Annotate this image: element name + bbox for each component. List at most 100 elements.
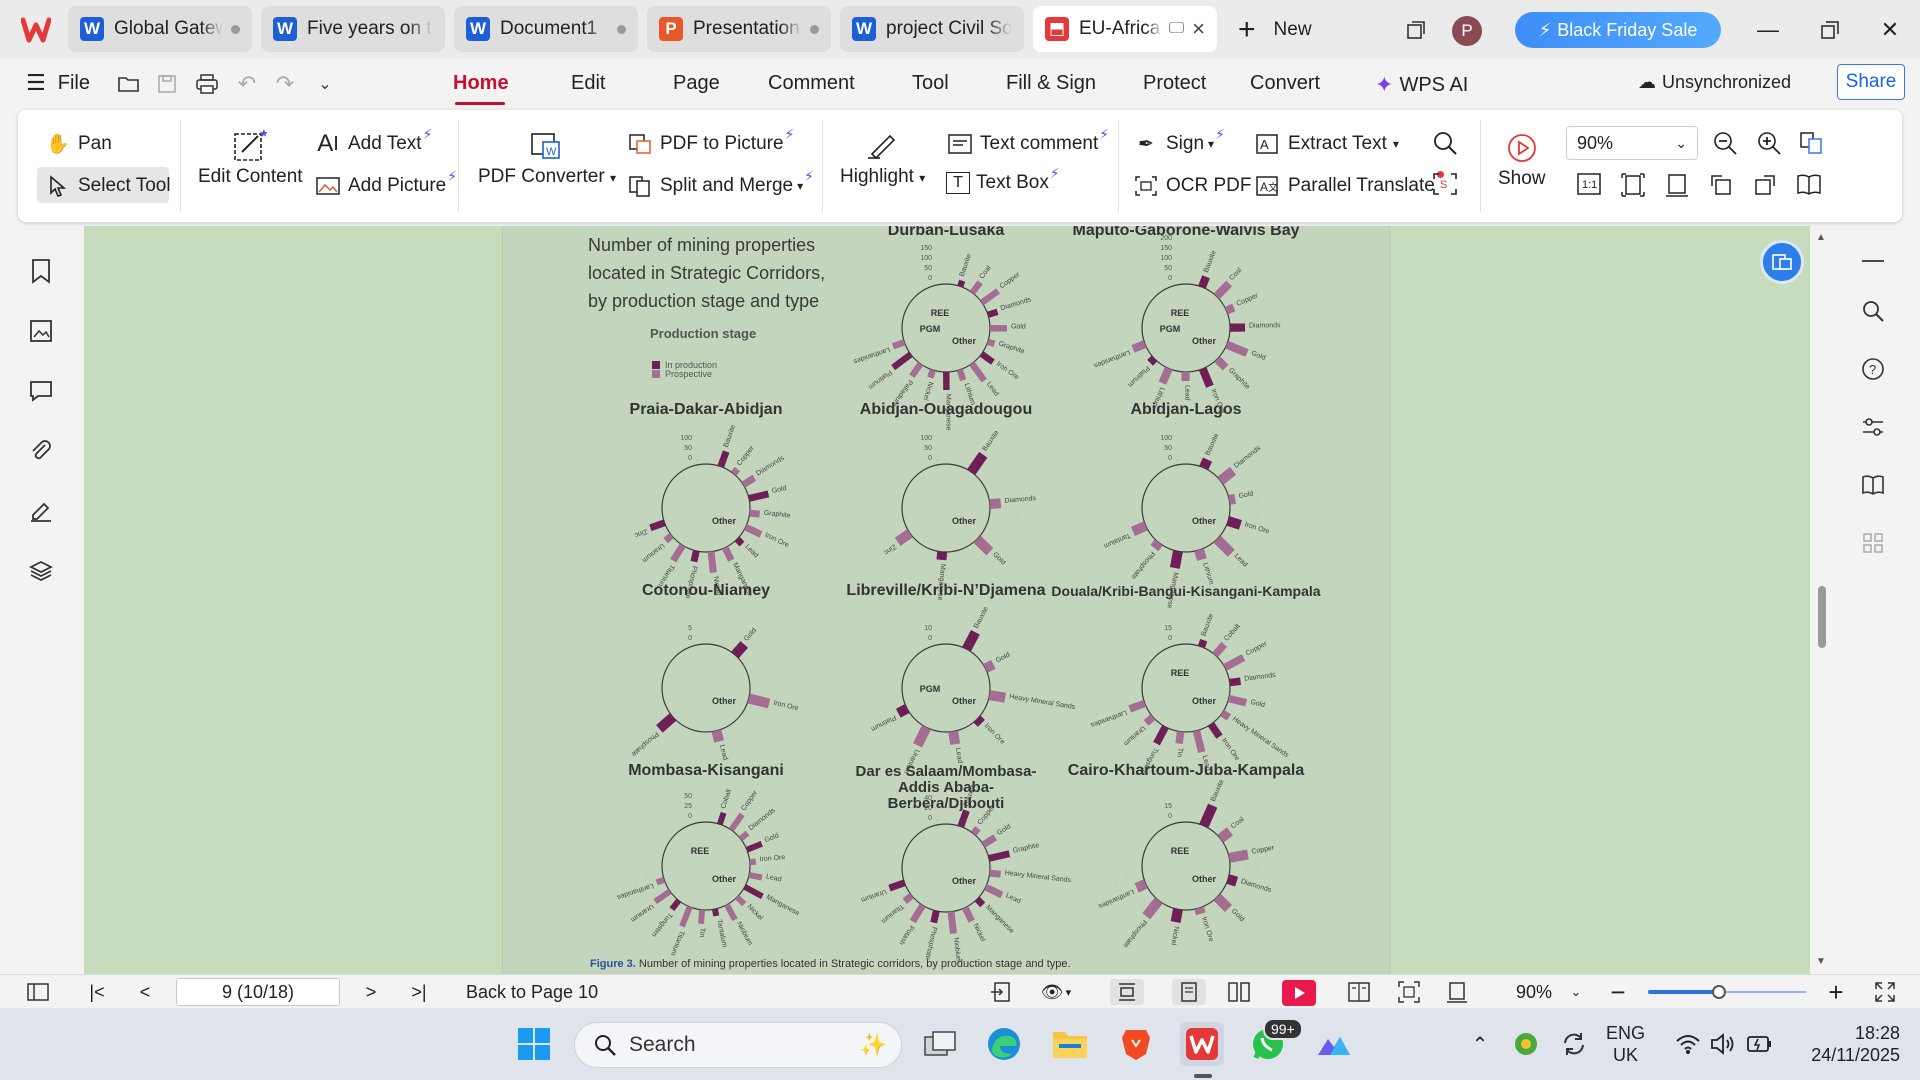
battery-icon[interactable] [1738, 1022, 1782, 1066]
search-icon[interactable] [1432, 130, 1458, 156]
split-merge-button[interactable]: Split and Merge ▾ ⚡ [626, 168, 814, 200]
zoom-out-icon[interactable] [1712, 130, 1738, 156]
rotate-right-icon[interactable] [1752, 172, 1778, 198]
sign-button[interactable]: ✒ Sign ▾ ⚡ [1132, 126, 1225, 158]
redo-icon[interactable]: ↷ [270, 70, 300, 98]
zoom-select[interactable]: 90% ⌄ [1566, 126, 1698, 160]
search-icon[interactable] [1856, 294, 1890, 328]
tab-home[interactable]: Home [453, 72, 509, 95]
zoom-in-button[interactable]: + [1822, 977, 1850, 1007]
windows-start-icon[interactable] [512, 1022, 556, 1066]
avatar[interactable]: P [1452, 16, 1482, 46]
tab-protect[interactable]: Protect [1143, 72, 1206, 95]
zoom-out-button[interactable]: − [1604, 977, 1632, 1007]
signature-icon[interactable] [24, 494, 58, 528]
system-tray-app-icon[interactable] [1504, 1022, 1548, 1066]
taskbar-search[interactable]: Search ✨ [574, 1022, 902, 1068]
fit-width-icon[interactable] [1664, 172, 1690, 198]
chevron-up-icon[interactable]: ⌃ [1458, 1022, 1502, 1066]
bookmark-icon[interactable] [24, 254, 58, 288]
help-icon[interactable]: ? [1856, 352, 1890, 386]
select-tool[interactable]: Select Tool [44, 172, 171, 200]
settings-sliders-icon[interactable] [1856, 410, 1890, 444]
scroll-up-icon[interactable]: ▲ [1816, 232, 1826, 243]
screenshot-translate-icon[interactable]: S [1432, 172, 1458, 196]
floating-ai-button[interactable] [1760, 240, 1804, 284]
text-box-button[interactable]: T Text Box ⚡ [946, 165, 1060, 194]
undo-icon[interactable]: ↶ [232, 70, 262, 98]
fullscreen-icon[interactable] [1870, 979, 1900, 1005]
actual-size-icon[interactable]: 1:1 [1576, 172, 1602, 196]
zoom-in-icon[interactable] [1756, 130, 1782, 156]
zoom-slider[interactable] [1648, 990, 1806, 994]
tab-eu-africa[interactable]: ⬒ EU-Africa 🖵 × [1033, 6, 1217, 52]
tab-edit[interactable]: Edit [571, 72, 605, 95]
black-friday-button[interactable]: ⚡ Black Friday Sale [1515, 12, 1721, 48]
sync-icon[interactable] [1552, 1022, 1596, 1066]
open-folder-icon[interactable] [114, 70, 144, 98]
task-view-icon[interactable] [918, 1022, 962, 1066]
window-switch-icon[interactable] [1398, 12, 1434, 48]
single-page-icon[interactable] [1172, 979, 1206, 1005]
back-to-page-link[interactable]: Back to Page 10 [466, 979, 598, 1005]
highlight-button[interactable]: Highlight ▾ [840, 124, 925, 188]
fit-page-icon[interactable] [1620, 172, 1646, 198]
add-picture-button[interactable]: Add Picture ⚡ [314, 168, 457, 200]
collapse-icon[interactable] [1856, 244, 1890, 278]
export-icon[interactable] [986, 979, 1016, 1005]
minimize-icon[interactable]: — [1750, 12, 1786, 48]
fit-screen-icon[interactable] [1392, 979, 1426, 1005]
wps-logo-icon[interactable] [14, 12, 58, 48]
photos-icon[interactable] [1312, 1022, 1356, 1066]
pan-tool[interactable]: ✋ Pan [44, 130, 112, 158]
save-icon[interactable] [152, 70, 182, 98]
language-indicator[interactable]: ENG UK [1606, 1022, 1645, 1066]
zoom-slider-knob[interactable] [1712, 985, 1726, 999]
share-button[interactable]: Share [1837, 64, 1905, 100]
restore-icon[interactable] [1812, 12, 1848, 48]
tab-five-years[interactable]: W Five years on this [261, 6, 445, 52]
print-icon[interactable] [192, 70, 222, 98]
last-page-icon[interactable]: >| [404, 979, 434, 1005]
parallel-translate-button[interactable]: A文 Parallel Translate [1254, 170, 1444, 200]
play-slideshow-icon[interactable] [1282, 980, 1316, 1006]
book-view-icon[interactable] [1342, 979, 1376, 1005]
add-text-button[interactable]: AI Add Text ⚡ [314, 126, 432, 158]
comment-icon[interactable] [24, 374, 58, 408]
edit-content-button[interactable]: Edit Content [198, 124, 303, 188]
scroll-down-icon[interactable]: ▼ [1816, 956, 1826, 967]
tab-project-civil-society[interactable]: W project Civil Society [840, 6, 1024, 52]
ocr-pdf-button[interactable]: OCR PDF [1132, 172, 1252, 200]
close-tab-icon[interactable]: × [1192, 16, 1205, 42]
tab-document1[interactable]: W Document1 [454, 6, 638, 52]
page-number-input[interactable]: 9 (10/18) [176, 978, 340, 1006]
edge-browser-icon[interactable] [982, 1022, 1026, 1066]
chevron-down-icon[interactable]: ⌄ [1566, 979, 1586, 1005]
brave-browser-icon[interactable] [1114, 1022, 1158, 1066]
thumbnail-icon[interactable] [24, 314, 58, 348]
tab-fill-sign[interactable]: Fill & Sign [1006, 72, 1096, 95]
next-page-icon[interactable]: > [356, 979, 386, 1005]
attachment-icon[interactable] [24, 434, 58, 468]
sidebar-toggle-icon[interactable] [22, 979, 54, 1005]
document-viewport[interactable]: Number of mining properties located in S… [84, 226, 1810, 974]
tab-convert[interactable]: Convert [1250, 72, 1320, 95]
apps-grid-icon[interactable] [1856, 526, 1890, 560]
extract-text-button[interactable]: A Extract Text ▾ [1254, 130, 1399, 158]
read-mode-icon[interactable] [1796, 172, 1822, 196]
tab-tool[interactable]: Tool [912, 72, 949, 95]
tab-comment[interactable]: Comment [768, 72, 855, 95]
zoom-level[interactable]: 90% [1508, 979, 1560, 1005]
fit-width-icon[interactable] [1440, 979, 1474, 1005]
previous-page-icon[interactable]: < [130, 979, 160, 1005]
tab-presentation[interactable]: P Presentation [647, 6, 831, 52]
vertical-scrollbar[interactable]: ▲ ▼ [1814, 226, 1830, 974]
compare-icon[interactable] [1798, 130, 1824, 156]
rotate-left-icon[interactable] [1708, 172, 1734, 198]
show-button[interactable]: Show [1498, 128, 1546, 190]
sync-status[interactable]: ☁ Unsynchronized [1638, 72, 1791, 93]
first-page-icon[interactable]: |< [82, 979, 112, 1005]
layers-icon[interactable] [24, 554, 58, 588]
file-menu[interactable]: ☰ File [26, 70, 90, 96]
close-window-icon[interactable]: ✕ [1872, 12, 1908, 48]
